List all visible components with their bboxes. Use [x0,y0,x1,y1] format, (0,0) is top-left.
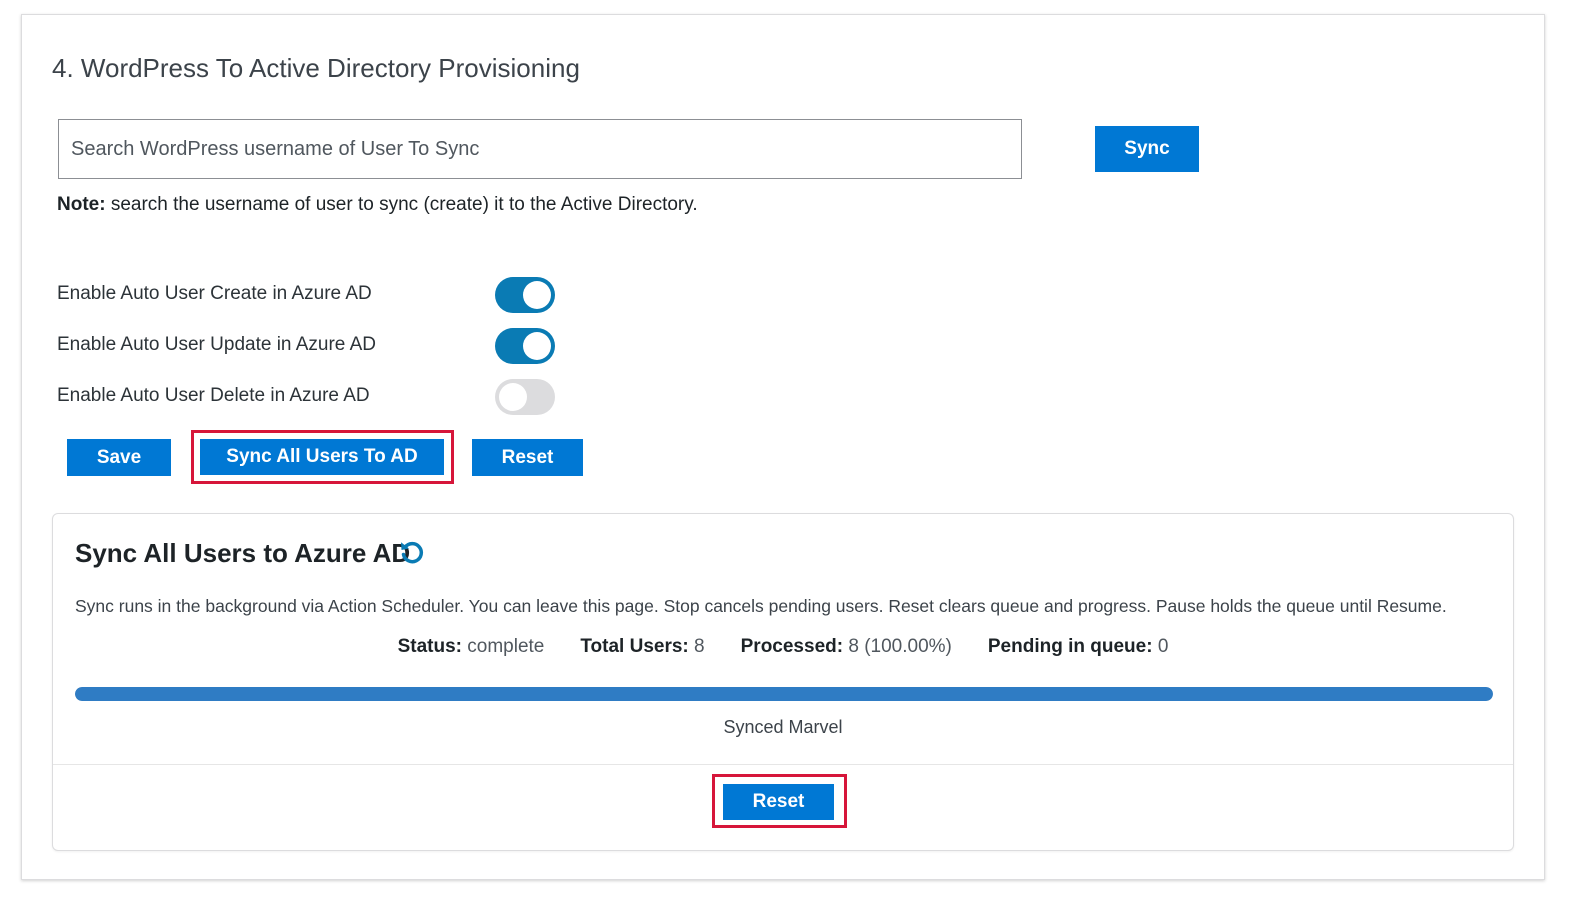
reset-button[interactable]: Reset [472,439,583,476]
toggle-knob [523,332,551,360]
status-label: Status: [397,636,462,657]
total-users-label: Total Users: [580,636,689,657]
toggle-row-auto-delete: Enable Auto User Delete in Azure AD [57,377,577,417]
toggle-label-auto-create: Enable Auto User Create in Azure AD [57,283,372,304]
sync-all-users-button[interactable]: Sync All Users To AD [200,439,444,475]
card-description: Sync runs in the background via Action S… [75,596,1447,616]
progress-fill [75,687,1493,701]
auto-update-toggle[interactable] [495,328,555,364]
toggle-knob [499,383,527,411]
search-input[interactable] [58,119,1022,179]
sync-status-card: Sync All Users to Azure AD Sync runs in … [52,513,1514,851]
auto-delete-toggle[interactable] [495,379,555,415]
progress-text: Synced Marvel [723,717,843,737]
pending-label: Pending in queue: [987,636,1153,657]
toggle-knob [523,281,551,309]
total-users-value: 8 [688,636,705,657]
processed-stat: Processed: 8 (100.00%) [741,636,952,658]
card-title: Sync All Users to Azure AD [75,538,411,568]
pending-value: 0 [1152,636,1169,657]
save-button[interactable]: Save [67,439,171,476]
refresh-icon[interactable] [397,537,427,567]
sync-stats: Status: complete Total Users: 8 Processe… [53,636,1513,658]
toggle-label-auto-update: Enable Auto User Update in Azure AD [57,334,376,355]
total-users-stat: Total Users: 8 [580,636,704,658]
card-reset-button[interactable]: Reset [723,784,834,820]
pending-stat: Pending in queue: 0 [988,636,1169,658]
processed-label: Processed: [740,636,844,657]
toggle-label-auto-delete: Enable Auto User Delete in Azure AD [57,385,370,406]
note-text: search the username of user to sync (cre… [105,194,698,215]
auto-create-toggle[interactable] [495,277,555,313]
note-label: Note: [57,194,106,215]
processed-value: 8 (100.00%) [843,636,952,657]
sync-button[interactable]: Sync [1095,126,1199,172]
status-stat: Status: complete [398,636,545,658]
toggle-row-auto-create: Enable Auto User Create in Azure AD [57,275,577,315]
toggle-row-auto-update: Enable Auto User Update in Azure AD [57,326,577,366]
provisioning-panel: 4. WordPress To Active Directory Provisi… [21,14,1545,880]
section-title: 4. WordPress To Active Directory Provisi… [52,53,580,83]
progress-bar [75,687,1493,701]
card-divider [53,764,1513,765]
search-note: Note: search the username of user to syn… [57,194,698,216]
status-value: complete [461,636,545,657]
